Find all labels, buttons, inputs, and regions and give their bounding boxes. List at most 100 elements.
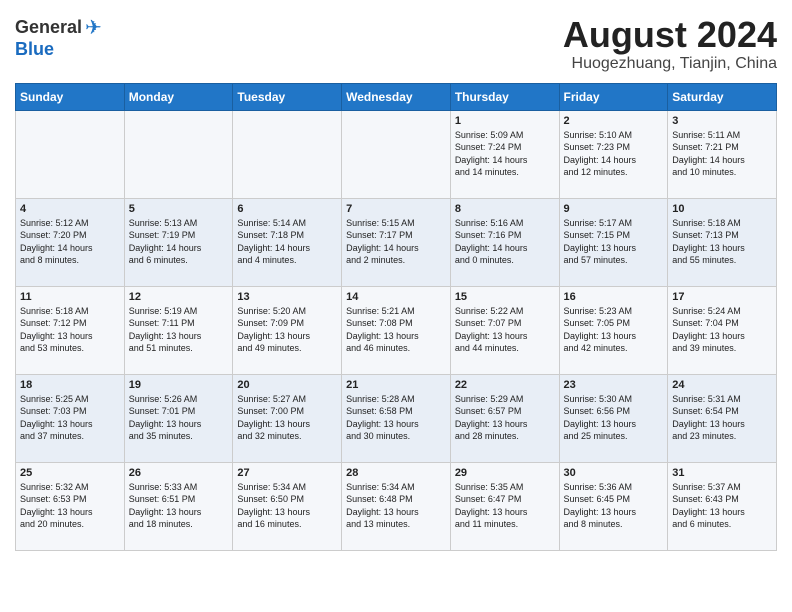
calendar-cell (233, 110, 342, 198)
day-info: Sunrise: 5:25 AM Sunset: 7:03 PM Dayligh… (20, 393, 120, 443)
calendar-cell: 27Sunrise: 5:34 AM Sunset: 6:50 PM Dayli… (233, 462, 342, 550)
calendar-cell: 21Sunrise: 5:28 AM Sunset: 6:58 PM Dayli… (342, 374, 451, 462)
day-info: Sunrise: 5:19 AM Sunset: 7:11 PM Dayligh… (129, 305, 229, 355)
weekday-header-tuesday: Tuesday (233, 83, 342, 110)
day-number: 31 (672, 467, 772, 479)
month-year: August 2024 (563, 15, 777, 55)
calendar-cell (124, 110, 233, 198)
calendar-cell: 3 Sunrise: 5:11 AM Sunset: 7:21 PM Daylig… (668, 110, 777, 198)
day-number: 22 (455, 379, 555, 391)
day-info: Sunrise: 5:17 AM Sunset: 7:15 PM Dayligh… (564, 217, 664, 267)
calendar-cell: 19 Sunrise: 5:26 AM Sunset: 7:01 PM Dayli… (124, 374, 233, 462)
day-number: 17 (672, 291, 772, 303)
weekday-header-friday: Friday (559, 83, 668, 110)
day-number: 9 (564, 203, 664, 215)
calendar-cell: 31 Sunrise: 5:37 AM Sunset: 6:43 PM Dayli… (668, 462, 777, 550)
day-info: Sunrise: 5:23 AM Sunset: 7:05 PM Dayligh… (564, 305, 664, 355)
calendar-cell: 28 Sunrise: 5:34 AM Sunset: 6:48 PM Dayli… (342, 462, 451, 550)
day-info: Sunrise: 5:36 AM Sunset: 6:45 PM Dayligh… (564, 481, 664, 531)
calendar-cell: 10 Sunrise: 5:18 AM Sunset: 7:13 PM Dayli… (668, 198, 777, 286)
calendar-table: SundayMondayTuesdayWednesdayThursdayFrid… (15, 83, 777, 551)
calendar-cell: 26 Sunrise: 5:33 AM Sunset: 6:51 PM Dayli… (124, 462, 233, 550)
day-info: Sunrise: 5:34 AM Sunset: 6:50 PM Dayligh… (237, 481, 337, 531)
day-number: 13 (237, 291, 337, 303)
day-info: Sunrise: 5:28 AM Sunset: 6:58 PM Dayligh… (346, 393, 446, 443)
day-number: 26 (129, 467, 229, 479)
day-number: 7 (346, 203, 446, 215)
calendar-cell: 14Sunrise: 5:21 AM Sunset: 7:08 PM Dayli… (342, 286, 451, 374)
day-info: Sunrise: 5:35 AM Sunset: 6:47 PM Dayligh… (455, 481, 555, 531)
day-number: 6 (237, 203, 337, 215)
day-number: 5 (129, 203, 229, 215)
calendar-cell: 25Sunrise: 5:32 AM Sunset: 6:53 PM Dayli… (16, 462, 125, 550)
day-number: 15 (455, 291, 555, 303)
day-info: Sunrise: 5:12 AM Sunset: 7:20 PM Dayligh… (20, 217, 120, 267)
day-info: Sunrise: 5:26 AM Sunset: 7:01 PM Dayligh… (129, 393, 229, 443)
title-block: August 2024 Huogezhuang, Tianjin, China (563, 15, 777, 73)
weekday-header-monday: Monday (124, 83, 233, 110)
day-number: 28 (346, 467, 446, 479)
day-info: Sunrise: 5:14 AM Sunset: 7:18 PM Dayligh… (237, 217, 337, 267)
calendar-cell: 11 Sunrise: 5:18 AM Sunset: 7:12 PM Dayli… (16, 286, 125, 374)
day-number: 3 (672, 115, 772, 127)
bird-icon: ✈ (85, 15, 102, 40)
calendar-cell: 16 Sunrise: 5:23 AM Sunset: 7:05 PM Dayli… (559, 286, 668, 374)
day-number: 19 (129, 379, 229, 391)
day-info: Sunrise: 5:32 AM Sunset: 6:53 PM Dayligh… (20, 481, 120, 531)
day-info: Sunrise: 5:27 AM Sunset: 7:00 PM Dayligh… (237, 393, 337, 443)
weekday-header-sunday: Sunday (16, 83, 125, 110)
day-info: Sunrise: 5:18 AM Sunset: 7:12 PM Dayligh… (20, 305, 120, 355)
weekday-header-saturday: Saturday (668, 83, 777, 110)
calendar-cell: 13Sunrise: 5:20 AM Sunset: 7:09 PM Dayli… (233, 286, 342, 374)
day-info: Sunrise: 5:37 AM Sunset: 6:43 PM Dayligh… (672, 481, 772, 531)
day-info: Sunrise: 5:11 AM Sunset: 7:21 PM Dayligh… (672, 129, 772, 179)
day-number: 4 (20, 203, 120, 215)
calendar-cell: 4 Sunrise: 5:12 AM Sunset: 7:20 PM Daylig… (16, 198, 125, 286)
calendar-cell: 18 Sunrise: 5:25 AM Sunset: 7:03 PM Dayli… (16, 374, 125, 462)
day-number: 23 (564, 379, 664, 391)
calendar-cell: 23 Sunrise: 5:30 AM Sunset: 6:56 PM Dayli… (559, 374, 668, 462)
location: Huogezhuang, Tianjin, China (563, 55, 777, 73)
day-number: 29 (455, 467, 555, 479)
calendar-cell: 15Sunrise: 5:22 AM Sunset: 7:07 PM Dayli… (450, 286, 559, 374)
day-info: Sunrise: 5:18 AM Sunset: 7:13 PM Dayligh… (672, 217, 772, 267)
day-number: 8 (455, 203, 555, 215)
weekday-header-thursday: Thursday (450, 83, 559, 110)
calendar-cell: 22 Sunrise: 5:29 AM Sunset: 6:57 PM Dayli… (450, 374, 559, 462)
calendar-cell: 29 Sunrise: 5:35 AM Sunset: 6:47 PM Dayli… (450, 462, 559, 550)
calendar-cell: 8Sunrise: 5:16 AM Sunset: 7:16 PM Daylig… (450, 198, 559, 286)
day-info: Sunrise: 5:24 AM Sunset: 7:04 PM Dayligh… (672, 305, 772, 355)
calendar-cell (342, 110, 451, 198)
day-number: 11 (20, 291, 120, 303)
calendar-cell: 20 Sunrise: 5:27 AM Sunset: 7:00 PM Dayli… (233, 374, 342, 462)
day-info: Sunrise: 5:31 AM Sunset: 6:54 PM Dayligh… (672, 393, 772, 443)
day-info: Sunrise: 5:30 AM Sunset: 6:56 PM Dayligh… (564, 393, 664, 443)
calendar-cell: 1Sunrise: 5:09 AM Sunset: 7:24 PM Daylig… (450, 110, 559, 198)
day-number: 18 (20, 379, 120, 391)
logo-text-general: General (15, 18, 82, 38)
day-number: 24 (672, 379, 772, 391)
day-info: Sunrise: 5:13 AM Sunset: 7:19 PM Dayligh… (129, 217, 229, 267)
day-number: 12 (129, 291, 229, 303)
calendar-cell: 9 Sunrise: 5:17 AM Sunset: 7:15 PM Daylig… (559, 198, 668, 286)
day-number: 30 (564, 467, 664, 479)
day-number: 1 (455, 115, 555, 127)
calendar-cell: 17 Sunrise: 5:24 AM Sunset: 7:04 PM Dayli… (668, 286, 777, 374)
calendar-cell: 7 Sunrise: 5:15 AM Sunset: 7:17 PM Daylig… (342, 198, 451, 286)
day-info: Sunrise: 5:34 AM Sunset: 6:48 PM Dayligh… (346, 481, 446, 531)
calendar-cell: 2Sunrise: 5:10 AM Sunset: 7:23 PM Daylig… (559, 110, 668, 198)
day-info: Sunrise: 5:10 AM Sunset: 7:23 PM Dayligh… (564, 129, 664, 179)
logo: General ✈ Blue (15, 15, 102, 60)
calendar-cell: 24 Sunrise: 5:31 AM Sunset: 6:54 PM Dayli… (668, 374, 777, 462)
logo-text-blue: Blue (15, 39, 54, 59)
calendar-cell: 5 Sunrise: 5:13 AM Sunset: 7:19 PM Daylig… (124, 198, 233, 286)
day-number: 10 (672, 203, 772, 215)
weekday-header-wednesday: Wednesday (342, 83, 451, 110)
day-info: Sunrise: 5:15 AM Sunset: 7:17 PM Dayligh… (346, 217, 446, 267)
day-number: 14 (346, 291, 446, 303)
day-info: Sunrise: 5:29 AM Sunset: 6:57 PM Dayligh… (455, 393, 555, 443)
day-number: 16 (564, 291, 664, 303)
day-info: Sunrise: 5:33 AM Sunset: 6:51 PM Dayligh… (129, 481, 229, 531)
calendar-cell: 6 Sunrise: 5:14 AM Sunset: 7:18 PM Daylig… (233, 198, 342, 286)
day-number: 20 (237, 379, 337, 391)
